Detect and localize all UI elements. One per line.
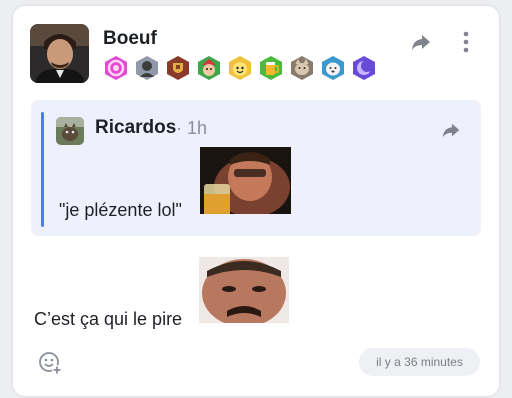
cloud-face-badge[interactable] (227, 55, 253, 81)
author-avatar[interactable] (30, 24, 89, 83)
post-gif-image[interactable] (199, 257, 289, 323)
quoted-author-avatar[interactable] (56, 117, 84, 145)
elf-badge[interactable] (196, 55, 222, 81)
moon-badge[interactable] (351, 55, 377, 81)
quoted-author-name[interactable]: Ricardos (95, 117, 176, 139)
quoted-post-time: · 1h (176, 118, 207, 139)
more-vertical-icon[interactable] (457, 29, 475, 55)
author-name[interactable]: Boeuf (103, 28, 157, 50)
badge-row (103, 55, 377, 81)
post-timestamp: il y a 36 minutes (359, 348, 480, 376)
quoted-time-value: 1h (187, 118, 208, 138)
beer-badge[interactable] (258, 55, 284, 81)
quoted-gif-image[interactable] (200, 147, 291, 214)
quote-accent-bar (41, 112, 44, 227)
dog-badge[interactable] (320, 55, 346, 81)
share-icon[interactable] (439, 119, 463, 141)
share-icon[interactable] (409, 30, 433, 54)
quoted-post[interactable]: Ricardos · 1h "je plézente lol" (31, 100, 481, 236)
portrait-badge[interactable] (134, 55, 160, 81)
swirl-badge[interactable] (103, 55, 129, 81)
add-reaction-icon[interactable] (37, 350, 63, 376)
quoted-post-text: "je plézente lol" (59, 200, 182, 220)
post-text: C’est ça qui le pire (34, 309, 183, 329)
cat-badge[interactable] (289, 55, 315, 81)
post-card: Boeuf Ricardos · 1h "je plézente lol" C’… (13, 6, 499, 396)
crest-badge[interactable] (165, 55, 191, 81)
meta-separator: · (176, 118, 182, 138)
